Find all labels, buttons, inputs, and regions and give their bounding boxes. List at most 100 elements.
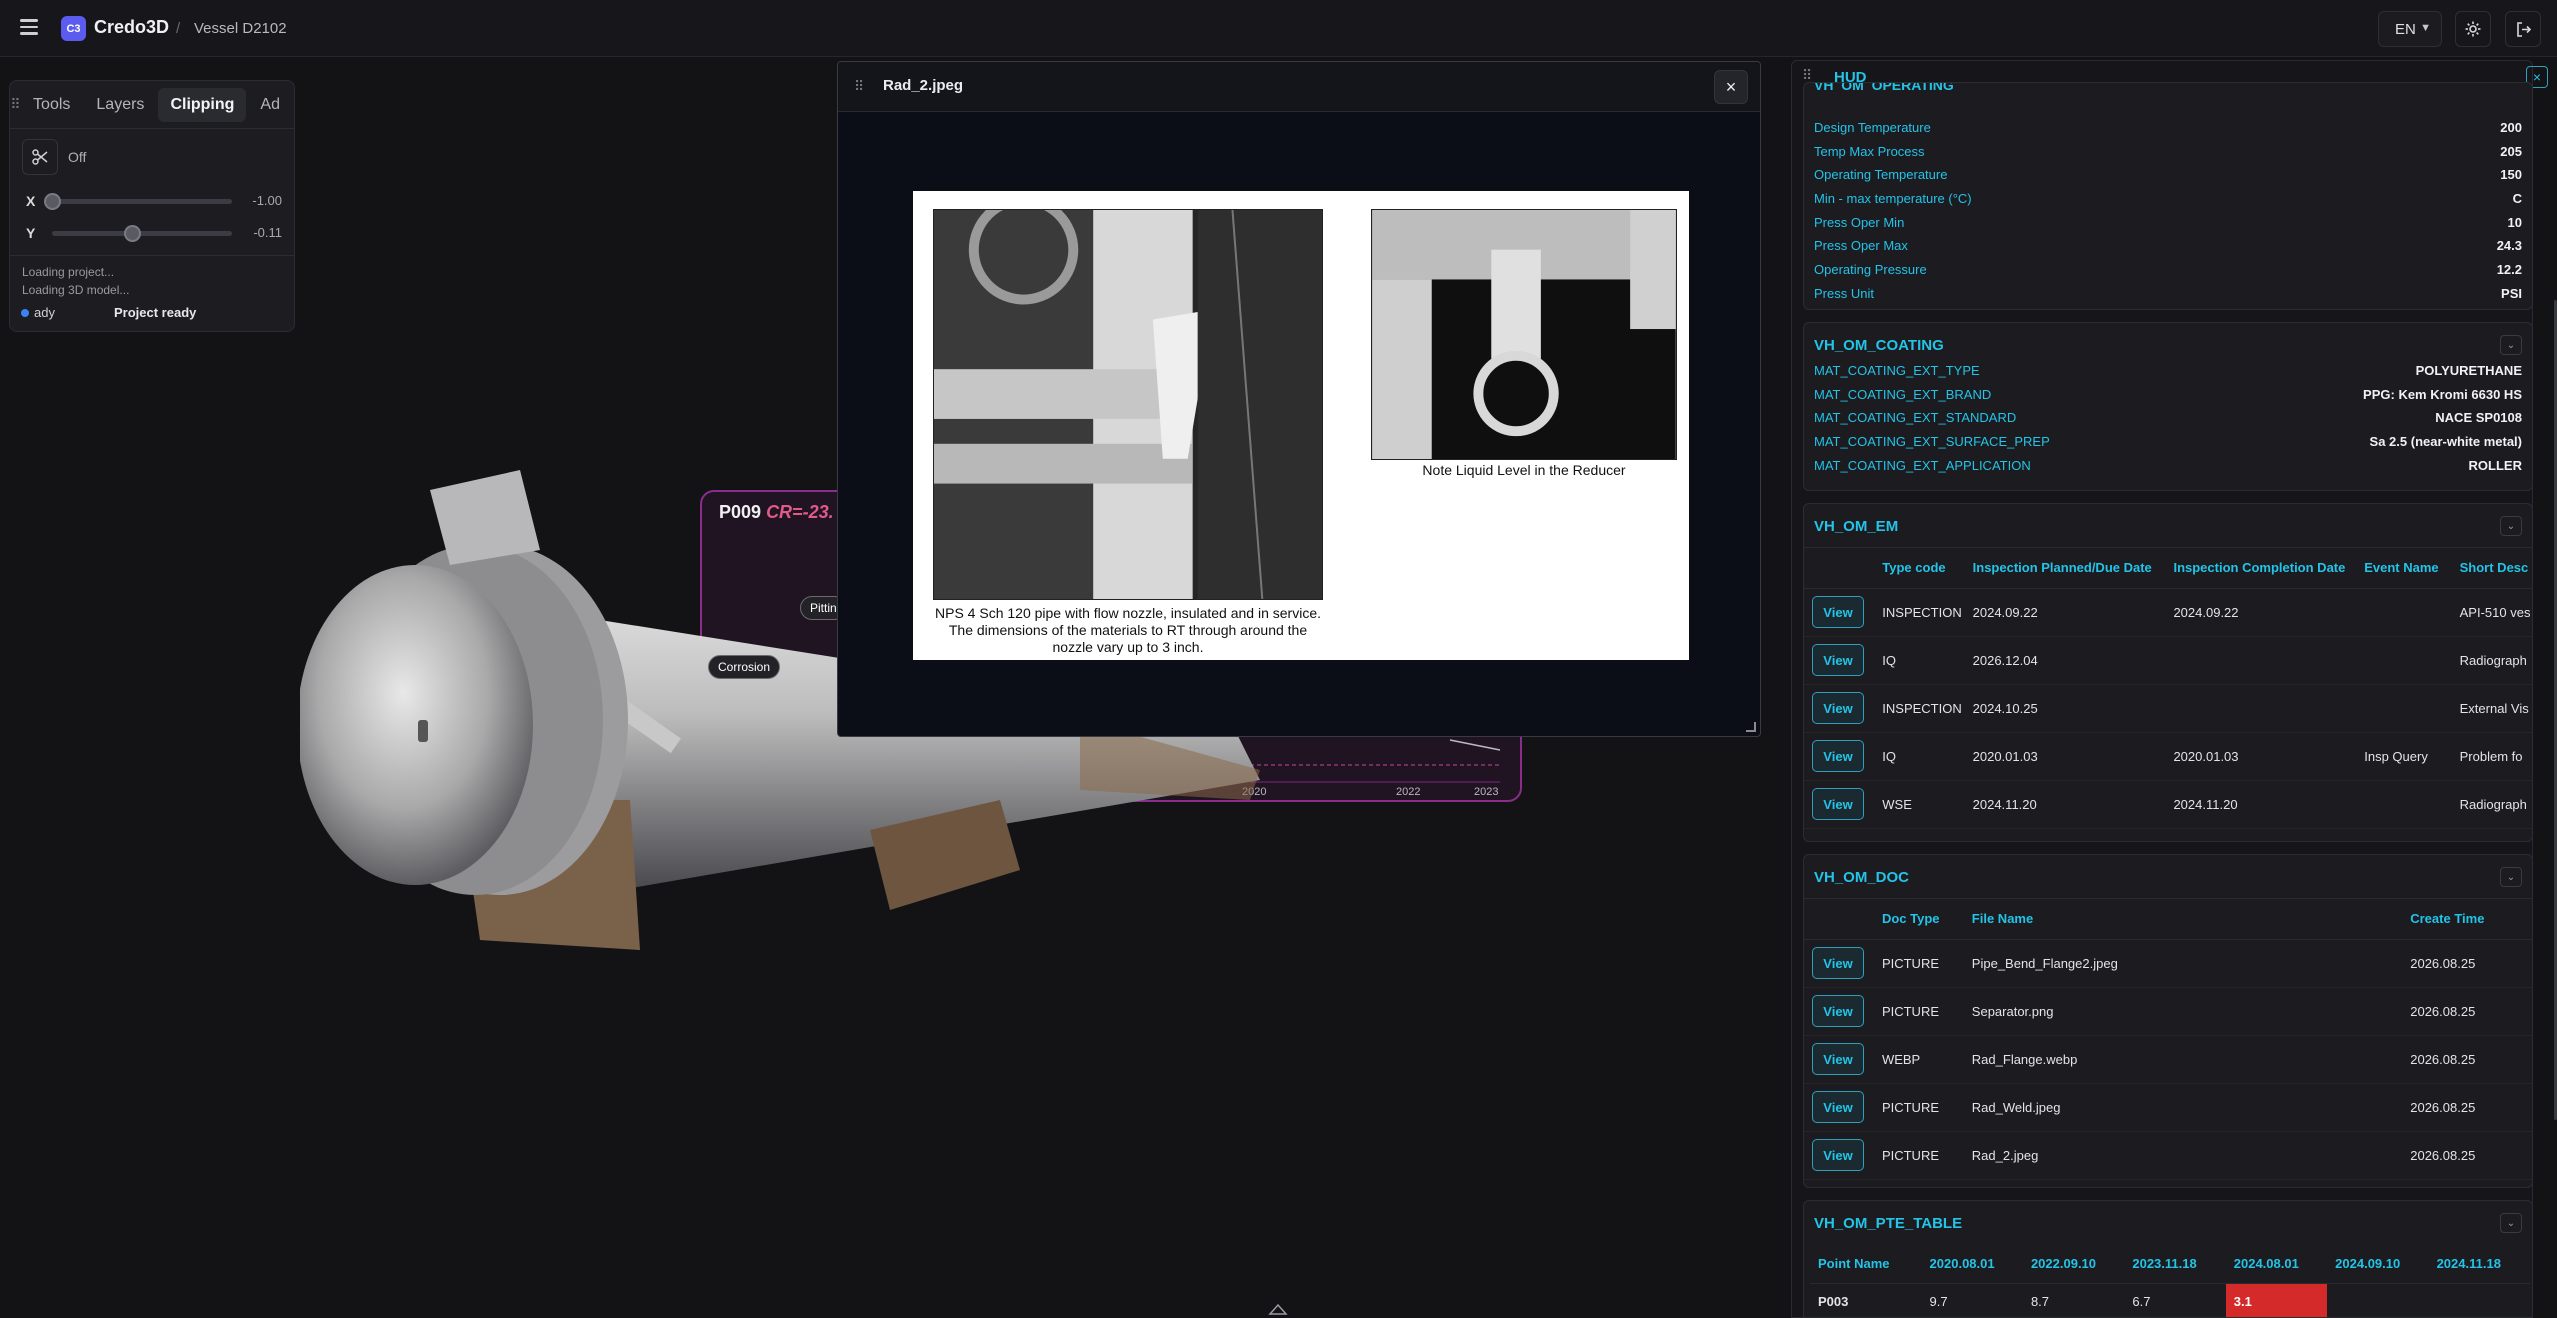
table-cell: 2026.12.04 bbox=[1964, 636, 2166, 685]
view-button[interactable]: View bbox=[1812, 692, 1864, 724]
kv-key: MAT_COATING_EXT_STANDARD bbox=[1814, 410, 2017, 426]
radiograph-reducer bbox=[1371, 209, 1677, 460]
tab-clipping[interactable]: Clipping bbox=[158, 87, 247, 122]
table-cell: 2024.09.22 bbox=[2165, 588, 2357, 637]
table-row: View INSPECTION 2024.09.22 2024.09.22 API-51… bbox=[1804, 588, 2532, 637]
kv-value: 24.3 bbox=[2496, 238, 2522, 254]
table-row: View WSE 2024.11.20 2024.11.20 Radiograph bbox=[1804, 780, 2532, 829]
table-row: View IQ 2026.12.04 Radiograph bbox=[1804, 636, 2532, 685]
table-cell: 2024.11.20 bbox=[1964, 780, 2166, 829]
slider-x-label: X bbox=[26, 193, 36, 209]
section-header[interactable]: VH_OM_EM ⌄ bbox=[1804, 504, 2532, 548]
section-title: VH_OM_PTE_TABLE bbox=[1814, 1215, 1963, 1232]
view-button[interactable]: View bbox=[1812, 947, 1864, 979]
tools-panel: ⠿ Tools Layers Clipping Ad Off X -1.00 Y… bbox=[9, 80, 295, 332]
marker-corrosion[interactable]: Corrosion bbox=[708, 655, 781, 679]
section-em: VH_OM_EM ⌄ Type code Inspection Planned/D… bbox=[1803, 503, 2533, 842]
table-cell: PICTURE bbox=[1873, 1083, 1964, 1132]
table-header-row: Type code Inspection Planned/Due Date Insp… bbox=[1804, 548, 2532, 589]
scissors-icon bbox=[32, 149, 48, 165]
slider-y[interactable] bbox=[52, 225, 232, 242]
status-text-left: ady bbox=[34, 305, 55, 320]
view-button[interactable]: View bbox=[1812, 740, 1864, 772]
table-cell: Rad_Weld.jpeg bbox=[1963, 1083, 2403, 1132]
section-title: VH_OM_EM bbox=[1814, 518, 1899, 535]
clipping-toggle-button[interactable] bbox=[22, 139, 58, 175]
column-header: Type code bbox=[1874, 548, 1965, 589]
column-header: File Name bbox=[1963, 899, 2403, 940]
chevron-down-icon[interactable]: ⌄ bbox=[2500, 1213, 2522, 1233]
view-button[interactable]: View bbox=[1812, 644, 1864, 676]
table-cell: 2020.01.03 bbox=[1964, 732, 2166, 781]
kv-row: MAT_COATING_EXT_BRAND PPG: Kem Kromi 6630… bbox=[1804, 383, 2532, 407]
chevron-down-icon[interactable]: ⌄ bbox=[2500, 335, 2522, 355]
panel-expand-icon[interactable] bbox=[1268, 1302, 1288, 1316]
radiograph-pipe-nozzle bbox=[933, 209, 1323, 600]
close-button[interactable]: × bbox=[1714, 70, 1748, 104]
dialog-header[interactable]: ⠿ Rad_2.jpeg × bbox=[838, 62, 1760, 112]
chevron-down-icon[interactable]: ⌄ bbox=[2500, 867, 2522, 887]
table-cell: 2026.08.25 bbox=[2402, 987, 2532, 1036]
menu-icon[interactable] bbox=[20, 16, 42, 38]
kv-row: MAT_COATING_EXT_APPLICATION ROLLER bbox=[1804, 454, 2532, 478]
table-cell: Radiograph bbox=[2451, 780, 2532, 829]
table-cell bbox=[2356, 684, 2452, 733]
tab-layers[interactable]: Layers bbox=[84, 88, 156, 122]
table-cell: 8.7 bbox=[2022, 1283, 2125, 1317]
section-title: VH_OM_DOC bbox=[1814, 869, 1910, 886]
kv-row: Min - max temperature (°C) C bbox=[1804, 187, 2532, 211]
status-dot-icon bbox=[21, 308, 29, 317]
status-text: Project ready bbox=[114, 305, 197, 320]
resize-handle-icon[interactable] bbox=[1746, 722, 1756, 732]
kv-row: Press Oper Max 24.3 bbox=[1804, 234, 2532, 258]
breadcrumb-current[interactable]: Vessel D2102 bbox=[194, 20, 287, 37]
kv-row: Design Temperature 200 bbox=[1804, 116, 2532, 140]
table-row: View IQ 2020.01.03 2020.01.03 Insp Query Prob… bbox=[1804, 732, 2532, 781]
tab-tools[interactable]: Tools bbox=[21, 88, 82, 122]
kv-key: Design Temperature bbox=[1814, 120, 1931, 135]
table-row: P003 9.7 8.7 6.7 3.1 bbox=[1810, 1283, 2530, 1317]
kv-value: PSI bbox=[2501, 285, 2522, 301]
brand-name[interactable]: Credo3D bbox=[94, 17, 169, 38]
view-button[interactable]: View bbox=[1812, 1043, 1864, 1075]
table-cell: 2026.08.25 bbox=[2402, 1035, 2532, 1084]
section-doc: VH_OM_DOC ⌄ Doc Type File Name Create Time… bbox=[1803, 854, 2533, 1188]
kv-key: Min - max temperature (°C) bbox=[1814, 191, 1972, 207]
dialog-title: Rad_2.jpeg bbox=[883, 77, 964, 94]
chevron-down-icon[interactable]: ⌄ bbox=[2500, 516, 2522, 536]
view-button[interactable]: View bbox=[1812, 1091, 1864, 1123]
table-cell: 2026.08.25 bbox=[2402, 1083, 2532, 1132]
table-cell bbox=[2356, 636, 2452, 685]
column-header bbox=[1804, 899, 1874, 940]
table-cell: Problem fo bbox=[2451, 732, 2532, 781]
kv-key: MAT_COATING_EXT_TYPE bbox=[1814, 363, 1980, 378]
theme-toggle-button[interactable] bbox=[2455, 11, 2491, 47]
view-button[interactable]: View bbox=[1812, 995, 1864, 1027]
table-cell bbox=[2165, 684, 2357, 733]
slider-y-thumb[interactable] bbox=[124, 225, 142, 242]
view-button[interactable]: View bbox=[1812, 596, 1864, 628]
tab-ad[interactable]: Ad bbox=[248, 88, 292, 122]
kv-value: 200 bbox=[2500, 120, 2522, 135]
section-header[interactable]: VH_OM_PTE_TABLE ⌄ bbox=[1804, 1201, 2532, 1245]
kv-row: Operating Temperature 150 bbox=[1804, 163, 2532, 187]
slider-x[interactable] bbox=[44, 193, 232, 210]
table-cell: 2020.01.03 bbox=[2165, 732, 2357, 781]
top-bar: C3 Credo3D / Vessel D2102 EN ▼ bbox=[0, 0, 2557, 57]
table-row: View PICTURE Rad_Weld.jpeg 2026.08.25 bbox=[1804, 1083, 2532, 1132]
drag-handle-icon[interactable]: ⠿ bbox=[10, 81, 21, 129]
section-header[interactable]: VH_OM_COATING ⌄ bbox=[1804, 323, 2532, 359]
language-select[interactable]: EN ▼ bbox=[2378, 11, 2442, 47]
logout-button[interactable] bbox=[2505, 11, 2541, 47]
view-button[interactable]: View bbox=[1812, 788, 1864, 820]
table-row: View PICTURE Pipe_Bend_Flange2.jpeg 2026.08… bbox=[1804, 939, 2532, 988]
kv-value: ROLLER bbox=[2468, 457, 2522, 473]
kv-row: Press Unit PSI bbox=[1804, 282, 2532, 306]
view-cell: View bbox=[1804, 1035, 1874, 1084]
view-button[interactable]: View bbox=[1812, 1139, 1864, 1171]
section-header[interactable]: VH_OM_DOC ⌄ bbox=[1804, 855, 2532, 899]
table-cell: WEBP bbox=[1873, 1035, 1964, 1084]
slider-x-thumb[interactable] bbox=[44, 193, 61, 210]
drag-handle-icon[interactable]: ⠿ bbox=[854, 78, 864, 95]
logout-icon bbox=[2516, 21, 2531, 37]
